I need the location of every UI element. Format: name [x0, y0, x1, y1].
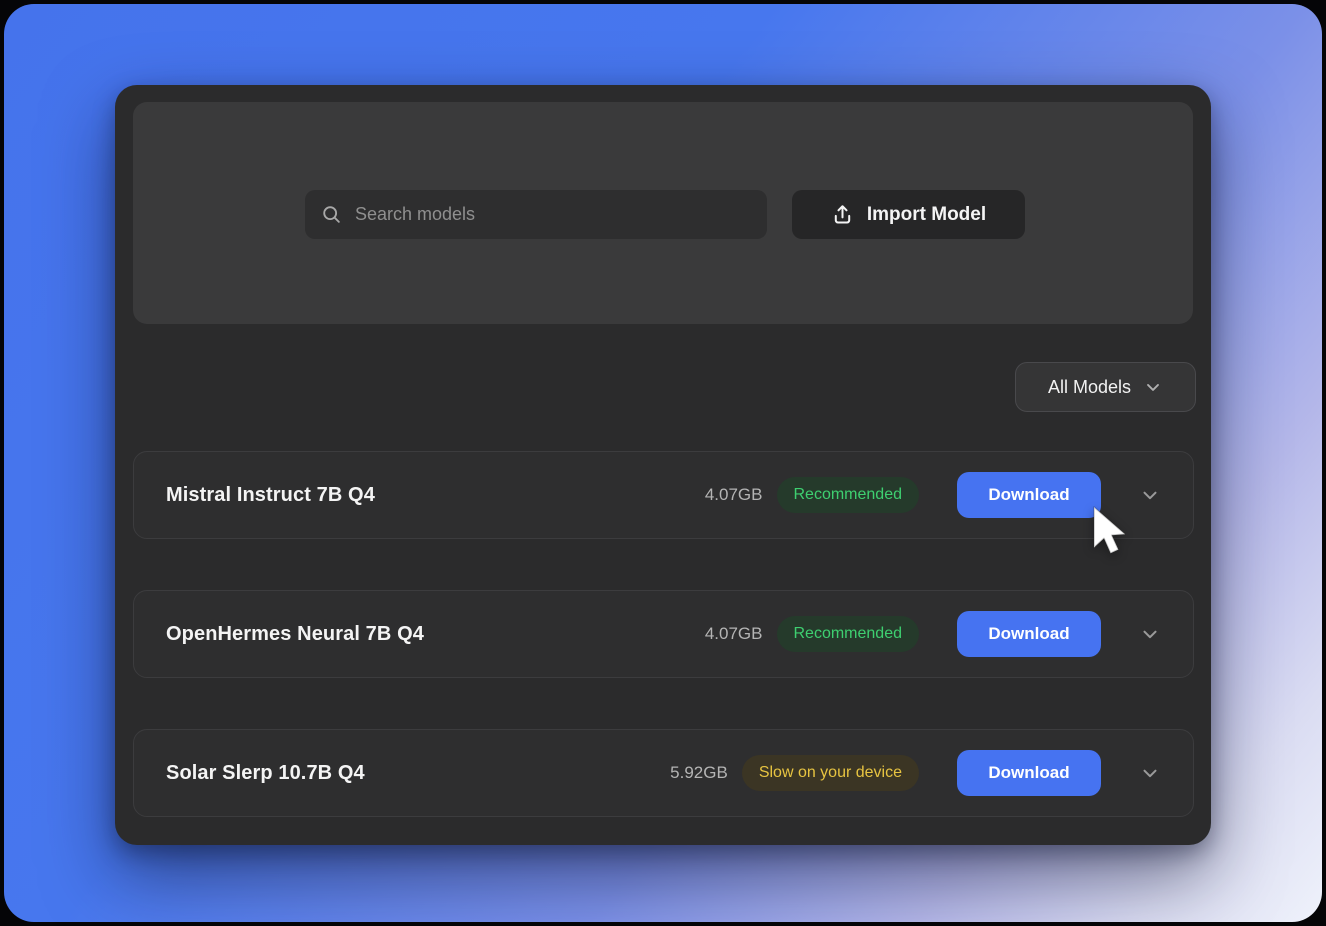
- chevron-down-icon[interactable]: [1139, 762, 1161, 784]
- screenshot-root: Import Model All Models Mistral Instruct…: [0, 0, 1326, 926]
- model-row: Solar Slerp 10.7B Q4 5.92GB Slow on your…: [133, 729, 1194, 817]
- model-filter-dropdown[interactable]: All Models: [1015, 362, 1196, 412]
- chevron-down-icon: [1143, 377, 1163, 397]
- model-row: OpenHermes Neural 7B Q4 4.07GB Recommend…: [133, 590, 1194, 678]
- model-filter-label: All Models: [1048, 377, 1131, 398]
- model-browser-window: Import Model All Models Mistral Instruct…: [115, 85, 1211, 845]
- model-size: 5.92GB: [670, 763, 728, 783]
- chevron-down-icon[interactable]: [1139, 484, 1161, 506]
- chevron-down-icon[interactable]: [1139, 623, 1161, 645]
- search-icon: [321, 204, 343, 226]
- status-badge: Recommended: [777, 477, 920, 513]
- model-size: 4.07GB: [705, 485, 763, 505]
- download-button[interactable]: Download: [957, 750, 1101, 796]
- status-badge: Recommended: [777, 616, 920, 652]
- model-name: Solar Slerp 10.7B Q4: [166, 762, 670, 785]
- model-row: Mistral Instruct 7B Q4 4.07GB Recommende…: [133, 451, 1194, 539]
- download-button[interactable]: Download: [957, 611, 1101, 657]
- model-name: OpenHermes Neural 7B Q4: [166, 623, 705, 646]
- search-input[interactable]: [355, 204, 751, 225]
- header-panel: Import Model: [133, 102, 1193, 324]
- import-model-label: Import Model: [867, 204, 986, 226]
- status-badge: Slow on your device: [742, 755, 919, 791]
- import-model-button[interactable]: Import Model: [792, 190, 1025, 239]
- model-name: Mistral Instruct 7B Q4: [166, 484, 705, 507]
- model-size: 4.07GB: [705, 624, 763, 644]
- upload-icon: [831, 203, 854, 226]
- search-box[interactable]: [305, 190, 767, 239]
- download-button[interactable]: Download: [957, 472, 1101, 518]
